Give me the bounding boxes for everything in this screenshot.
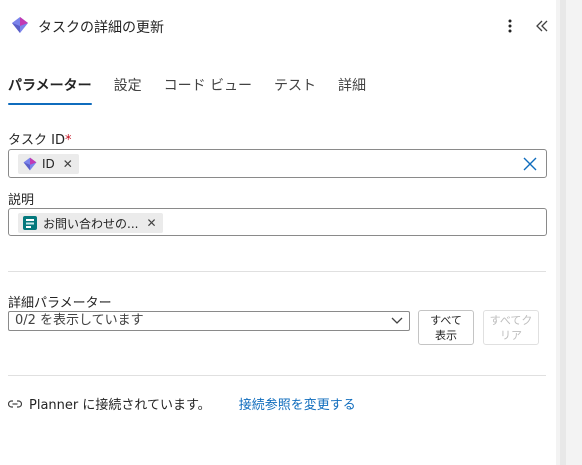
clear-all-label-line1: すべてク — [489, 313, 533, 327]
clear-all-button[interactable]: すべてク リア — [483, 310, 539, 345]
scrollbar-gutter — [560, 0, 566, 465]
show-all-label-line1: すべて — [430, 313, 462, 327]
link-icon — [8, 399, 22, 408]
close-icon[interactable] — [522, 156, 538, 172]
collapse-panel-button[interactable] — [530, 14, 554, 38]
forms-icon — [23, 216, 37, 230]
task-id-field[interactable]: ID ✕ — [8, 149, 547, 178]
tab-test[interactable]: テスト — [274, 76, 316, 106]
section-divider — [8, 271, 546, 272]
task-id-label-text: タスク ID — [8, 133, 65, 148]
planner-logo-icon — [23, 157, 37, 171]
description-token-label: お問い合わせの... — [43, 216, 139, 231]
planner-logo-icon — [12, 17, 28, 33]
show-all-button[interactable]: すべて 表示 — [418, 310, 474, 345]
advanced-parameters-select[interactable]: 0/2 を表示しています — [8, 311, 410, 331]
chevron-down-icon — [391, 317, 403, 324]
required-mark: * — [64, 133, 72, 148]
description-field[interactable]: お問い合わせの... ✕ — [8, 208, 547, 236]
panel-header: タスクの詳細の更新 — [0, 0, 556, 52]
tab-settings[interactable]: 設定 — [114, 76, 142, 106]
advanced-parameters-select-value: 0/2 を表示しています — [15, 313, 144, 328]
advanced-parameters-label: 詳細パラメーター — [8, 296, 112, 311]
tab-code-view[interactable]: コード ビュー — [164, 76, 252, 106]
description-token[interactable]: お問い合わせの... ✕ — [18, 213, 163, 233]
action-details-panel: タスクの詳細の更新 パラメーター 設定 コード ビュー テスト 詳細 タスク I… — [0, 0, 556, 465]
page-title: タスクの詳細の更新 — [38, 20, 164, 36]
description-label: 説明 — [8, 193, 35, 208]
change-connection-link[interactable]: 接続参照を変更する — [239, 394, 356, 413]
task-id-token-label: ID — [42, 157, 55, 171]
tab-details[interactable]: 詳細 — [338, 76, 366, 106]
task-id-token[interactable]: ID ✕ — [18, 154, 79, 174]
double-chevron-left-icon — [536, 20, 548, 32]
tab-parameters[interactable]: パラメーター — [8, 76, 92, 106]
connection-status-text: Planner に接続されています。 — [29, 398, 211, 413]
more-vertical-icon — [508, 19, 512, 33]
connection-info: Planner に接続されています。 接続参照を変更する — [8, 394, 356, 413]
task-id-label: タスク ID* — [8, 129, 71, 148]
description-token-remove-button[interactable]: ✕ — [146, 216, 156, 230]
tab-bar: パラメーター 設定 コード ビュー テスト 詳細 — [8, 76, 388, 108]
more-options-button[interactable] — [498, 14, 522, 38]
show-all-label-line2: 表示 — [434, 328, 457, 342]
clear-all-label-line2: リア — [499, 328, 522, 342]
task-id-token-remove-button[interactable]: ✕ — [63, 157, 73, 171]
section-divider — [8, 375, 546, 376]
